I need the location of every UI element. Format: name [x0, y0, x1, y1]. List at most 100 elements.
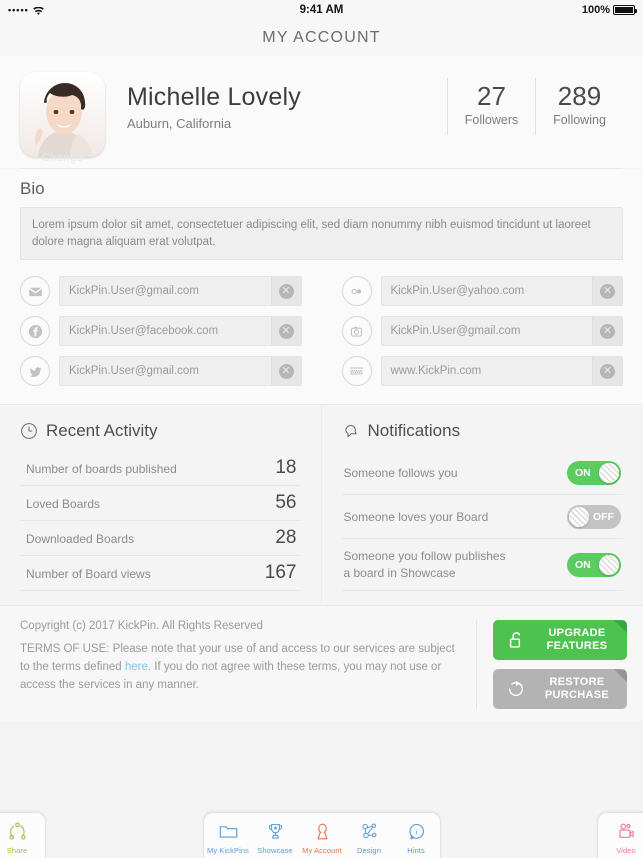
twitter-input[interactable]: KickPin.User@gmail.com ✕	[59, 356, 302, 387]
svg-text:www: www	[349, 369, 363, 375]
tab-design[interactable]: Design	[346, 817, 393, 855]
tab-video[interactable]: Video	[603, 817, 643, 855]
activity-label: Downloaded Boards	[26, 532, 135, 547]
social-fields: KickPin.User@gmail.com ✕ KickPin.User@ya…	[0, 260, 643, 405]
instagram-input[interactable]: KickPin.User@gmail.com ✕	[380, 316, 623, 347]
trophy-icon	[266, 820, 285, 844]
notification-row: Someone loves your Board OFF	[341, 495, 623, 540]
svg-text:i: i	[415, 827, 417, 836]
facebook-input[interactable]: KickPin.User@facebook.com ✕	[59, 316, 302, 347]
bio-input[interactable]: Lorem ipsum dolor sit amet, consectetuer…	[20, 207, 623, 261]
wifi-icon	[33, 6, 44, 16]
clear-circle-icon[interactable]: ✕	[270, 357, 301, 386]
avatar-change-label[interactable]: Change	[20, 152, 105, 164]
tab-hints[interactable]: i Hints	[393, 817, 440, 855]
instagram-icon	[341, 316, 372, 347]
followers-count: 27	[477, 81, 506, 111]
profile-identity: Michelle Lovely Auburn, California	[127, 72, 447, 130]
activity-value: 56	[275, 492, 297, 514]
recent-activity-title: Recent Activity	[46, 421, 158, 441]
field-flickr: KickPin.User@yahoo.com ✕	[341, 276, 623, 307]
restore-purchase-button[interactable]: RESTORE PURCHASE	[493, 669, 627, 710]
legal-text: Copyright (c) 2017 KickPin. All Rights R…	[20, 620, 477, 710]
page-title: MY ACCOUNT	[262, 29, 381, 46]
tab-group-right: Video	[597, 812, 643, 858]
facebook-icon	[20, 316, 50, 347]
toggle-state-label: OFF	[593, 510, 614, 523]
restore-purchase-label: RESTORE PURCHASE	[537, 676, 627, 704]
notification-toggle[interactable]: ON	[567, 460, 621, 485]
unlock-icon	[505, 630, 527, 651]
user-avatar-photo	[20, 72, 105, 157]
recent-activity-header: Recent Activity	[20, 421, 301, 441]
www-icon: www	[341, 356, 372, 387]
email-value: KickPin.User@gmail.com	[69, 285, 199, 298]
profile-stats: 27 Followers 289 Following	[447, 72, 623, 135]
tab-group-center: My KickPins Showcase My Account Design i…	[203, 812, 441, 858]
activity-value: 167	[264, 562, 297, 584]
notifications-panel: Notifications Someone follows you ON Som…	[322, 405, 643, 605]
tab-my-account-label: My Account	[302, 845, 342, 855]
clear-circle-icon[interactable]: ✕	[592, 357, 622, 386]
upgrade-features-button[interactable]: UPGRADE FEATURES	[493, 620, 627, 661]
clear-circle-icon[interactable]: ✕	[592, 277, 622, 306]
panels-row: Recent Activity Number of boards publish…	[0, 404, 643, 607]
footer-buttons: UPGRADE FEATURES RESTORE PURCHASE	[477, 620, 627, 710]
toggle-state-label: ON	[575, 558, 591, 571]
stat-following[interactable]: 289 Following	[535, 78, 623, 135]
tab-showcase[interactable]: Showcase	[252, 817, 299, 855]
website-input[interactable]: www.KickPin.com ✕	[380, 356, 623, 387]
activity-row: Loved Boards 56	[20, 486, 301, 522]
activity-label: Number of Board views	[26, 567, 151, 582]
toggle-knob	[599, 462, 619, 483]
copyright-text: Copyright (c) 2017 KickPin. All Rights R…	[20, 620, 263, 633]
clock-icon	[20, 422, 38, 440]
upgrade-line-1: UPGRADE	[548, 626, 606, 639]
notifications-header: Notifications	[342, 421, 624, 441]
tab-share[interactable]: Share	[0, 817, 41, 855]
notification-toggle[interactable]: ON	[567, 552, 621, 577]
terms-text: TERMS OF USE: Please note that your use …	[20, 641, 460, 694]
field-instagram: KickPin.User@gmail.com ✕	[341, 316, 623, 347]
tab-my-kickpins[interactable]: My KickPins	[205, 817, 252, 855]
email-input[interactable]: KickPin.User@gmail.com ✕	[59, 276, 302, 307]
clear-circle-icon[interactable]: ✕	[270, 277, 301, 306]
upgrade-features-label: UPGRADE FEATURES	[537, 627, 627, 655]
tab-bar: Share My KickPins Showcase My Account De…	[0, 812, 643, 858]
tab-hints-label: Hints	[407, 845, 425, 855]
activity-label: Loved Boards	[26, 497, 101, 512]
share-icon	[8, 820, 27, 844]
restore-icon	[505, 679, 527, 699]
navigation-bar: MY ACCOUNT	[0, 20, 643, 56]
avatar-wrapper[interactable]: Change	[20, 72, 105, 164]
terms-link[interactable]: here	[125, 661, 148, 673]
instagram-value: KickPin.User@gmail.com	[390, 325, 521, 338]
video-icon	[617, 820, 636, 844]
tab-video-label: Video	[616, 845, 636, 855]
tab-showcase-label: Showcase	[257, 845, 293, 855]
tab-my-account[interactable]: My Account	[299, 817, 346, 855]
activity-row: Number of Board views 167	[20, 556, 301, 592]
notification-toggle[interactable]: OFF	[567, 504, 621, 529]
bell-icon	[342, 422, 360, 440]
followers-label: Followers	[464, 112, 519, 127]
profile-header: Change Michelle Lovely Auburn, Californi…	[0, 56, 643, 168]
status-bar-left: •••••	[8, 4, 44, 16]
info-icon: i	[407, 820, 426, 844]
field-email: KickPin.User@gmail.com ✕	[20, 276, 302, 307]
stat-followers[interactable]: 27 Followers	[447, 78, 535, 135]
restore-line-1: RESTORE	[549, 675, 605, 688]
following-label: Following	[553, 112, 606, 127]
notification-label: Someone follows you	[343, 465, 458, 480]
clear-circle-icon[interactable]: ✕	[270, 317, 301, 346]
bio-section: Bio Lorem ipsum dolor sit amet, consecte…	[0, 169, 643, 261]
flickr-input[interactable]: KickPin.User@yahoo.com ✕	[380, 276, 623, 307]
field-facebook: KickPin.User@facebook.com ✕	[20, 316, 302, 347]
toggle-knob	[599, 554, 619, 575]
signal-dots-icon: •••••	[8, 4, 29, 15]
battery-full-icon	[613, 5, 637, 15]
field-website: www www.KickPin.com ✕	[341, 356, 623, 387]
recent-activity-panel: Recent Activity Number of boards publish…	[0, 405, 322, 606]
clear-circle-icon[interactable]: ✕	[592, 317, 622, 346]
avatar[interactable]	[20, 72, 105, 157]
